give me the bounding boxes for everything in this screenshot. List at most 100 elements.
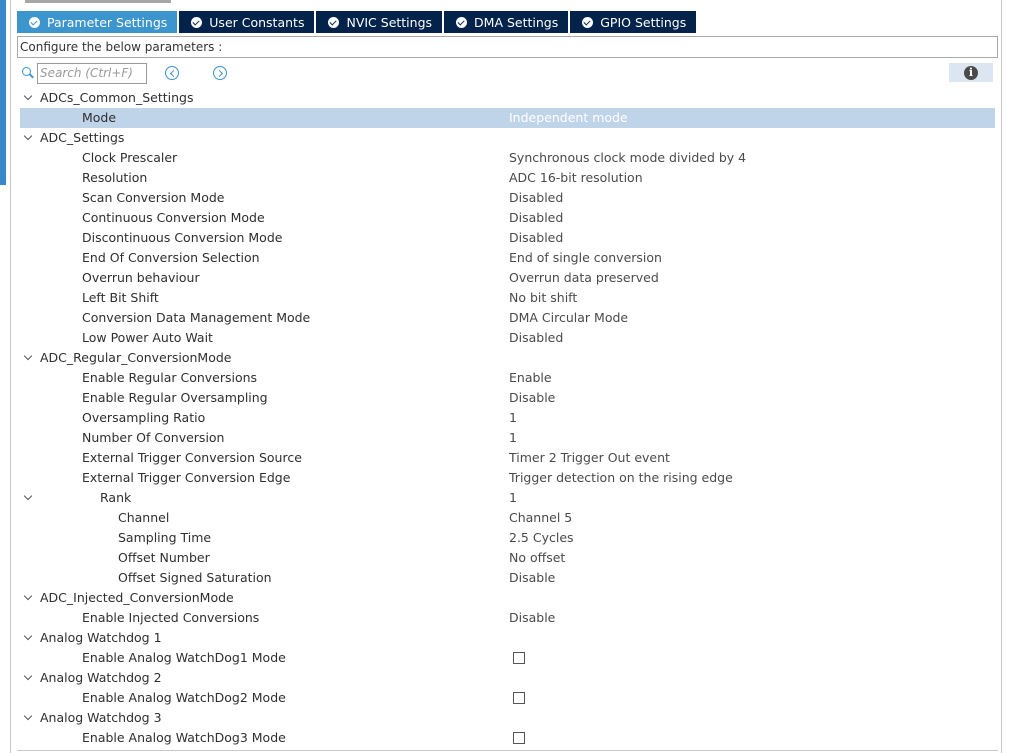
chevron-down-icon[interactable]	[23, 671, 33, 681]
param-value[interactable]: Disabled	[509, 328, 563, 348]
param-row[interactable]: Enable Regular Conversions Enable	[20, 368, 995, 388]
group-analog-watchdog-1[interactable]: Analog Watchdog 1	[20, 628, 995, 648]
param-label: External Trigger Conversion Source	[82, 450, 302, 465]
top-accent-bar	[25, 0, 171, 3]
tab-user-constants[interactable]: User Constants	[179, 11, 315, 33]
param-value[interactable]: Enable	[509, 368, 552, 388]
group-adc-regular-conversionmode[interactable]: ADC_Regular_ConversionMode	[20, 348, 995, 368]
param-row[interactable]: Number Of Conversion 1	[20, 428, 995, 448]
param-row[interactable]: Scan Conversion Mode Disabled	[20, 188, 995, 208]
param-row[interactable]: External Trigger Conversion Source Timer …	[20, 448, 995, 468]
group-adc-settings[interactable]: ADC_Settings	[20, 128, 995, 148]
search-input[interactable]	[37, 62, 147, 84]
group-rank[interactable]: Rank 1	[20, 488, 995, 508]
param-value[interactable]: Synchronous clock mode divided by 4	[509, 148, 746, 168]
param-value[interactable]: Disable	[509, 608, 555, 628]
parameter-tree: ADCs_Common_Settings Mode Independent mo…	[20, 88, 995, 748]
chevron-down-icon[interactable]	[23, 631, 33, 641]
tab-label: GPIO Settings	[600, 14, 687, 30]
param-value[interactable]: 1	[509, 408, 517, 428]
param-value[interactable]: Timer 2 Trigger Out event	[509, 448, 670, 468]
chevron-down-icon[interactable]	[23, 591, 33, 601]
param-label: Number Of Conversion	[82, 430, 225, 445]
check-circle-icon	[456, 16, 468, 28]
chevron-down-icon[interactable]	[23, 491, 33, 501]
param-value[interactable]: Disabled	[509, 208, 563, 228]
param-value[interactable]: Disabled	[509, 228, 563, 248]
param-row[interactable]: Discontinuous Conversion Mode Disabled	[20, 228, 995, 248]
param-label: Enable Analog WatchDog2 Mode	[82, 690, 286, 705]
param-label: Enable Analog WatchDog3 Mode	[82, 730, 286, 745]
param-row[interactable]: Left Bit Shift No bit shift	[20, 288, 995, 308]
param-value[interactable]: 1	[509, 428, 517, 448]
chevron-down-icon[interactable]	[23, 351, 33, 361]
param-row[interactable]: Oversampling Ratio 1	[20, 408, 995, 428]
param-label: Scan Conversion Mode	[82, 190, 225, 205]
param-row[interactable]: Channel Channel 5	[20, 508, 995, 528]
param-label: Oversampling Ratio	[82, 410, 206, 425]
chevron-right-circle-icon[interactable]	[213, 66, 227, 80]
param-row[interactable]: Sampling Time 2.5 Cycles	[20, 528, 995, 548]
tab-parameter-settings[interactable]: Parameter Settings	[17, 11, 178, 33]
chevron-down-icon[interactable]	[23, 711, 33, 721]
group-analog-watchdog-3[interactable]: Analog Watchdog 3	[20, 708, 995, 728]
group-analog-watchdog-2[interactable]: Analog Watchdog 2	[20, 668, 995, 688]
group-title: Analog Watchdog 2	[40, 670, 162, 685]
param-row[interactable]: Offset Number No offset	[20, 548, 995, 568]
param-label: Channel	[118, 510, 170, 525]
param-row[interactable]: Overrun behaviour Overrun data preserved	[20, 268, 995, 288]
param-row[interactable]: Low Power Auto Wait Disabled	[20, 328, 995, 348]
param-value[interactable]: End of single conversion	[509, 248, 662, 268]
watchdog1-checkbox[interactable]	[513, 652, 525, 664]
param-value[interactable]: Channel 5	[509, 508, 572, 528]
param-value[interactable]: Disable	[509, 568, 555, 588]
param-value[interactable]: 2.5 Cycles	[509, 528, 574, 548]
param-row[interactable]: Offset Signed Saturation Disable	[20, 568, 995, 588]
chevron-left-circle-icon[interactable]	[165, 66, 179, 80]
param-value[interactable]: No bit shift	[509, 288, 577, 308]
param-value[interactable]: Disable	[509, 388, 555, 408]
param-value[interactable]: Trigger detection on the rising edge	[509, 468, 733, 488]
group-adc-injected-conversionmode[interactable]: ADC_Injected_ConversionMode	[20, 588, 995, 608]
param-row[interactable]: External Trigger Conversion Edge Trigger …	[20, 468, 995, 488]
param-value[interactable]: DMA Circular Mode	[509, 308, 628, 328]
chevron-down-icon[interactable]	[23, 131, 33, 141]
group-title: ADCs_Common_Settings	[40, 90, 194, 105]
param-row[interactable]: Continuous Conversion Mode Disabled	[20, 208, 995, 228]
search-icon	[22, 67, 34, 79]
param-value[interactable]: No offset	[509, 548, 565, 568]
param-row[interactable]: Enable Analog WatchDog1 Mode	[20, 648, 995, 668]
param-label: Offset Signed Saturation	[118, 570, 272, 585]
param-row[interactable]: Resolution ADC 16-bit resolution	[20, 168, 995, 188]
param-value[interactable]: Overrun data preserved	[509, 268, 659, 288]
param-value[interactable]: ADC 16-bit resolution	[509, 168, 643, 188]
param-label: Clock Prescaler	[82, 150, 178, 165]
param-label: External Trigger Conversion Edge	[82, 470, 291, 485]
watchdog3-checkbox[interactable]	[513, 732, 525, 744]
param-label: Enable Regular Conversions	[82, 370, 258, 385]
tab-nvic-settings[interactable]: NVIC Settings	[316, 11, 443, 33]
tab-gpio-settings[interactable]: GPIO Settings	[570, 11, 697, 33]
param-label: Resolution	[82, 170, 148, 185]
param-row[interactable]: End Of Conversion Selection End of single…	[20, 248, 995, 268]
group-title: Rank	[100, 490, 132, 505]
info-button[interactable]: i	[949, 63, 993, 82]
param-value[interactable]: Independent mode	[509, 108, 628, 128]
param-value[interactable]: 1	[509, 488, 517, 508]
chevron-down-icon[interactable]	[23, 91, 33, 101]
param-row[interactable]: Conversion Data Management Mode DMA Circu…	[20, 308, 995, 328]
param-row[interactable]: Enable Regular Oversampling Disable	[20, 388, 995, 408]
param-label: End Of Conversion Selection	[82, 250, 260, 265]
param-row[interactable]: Enable Analog WatchDog3 Mode	[20, 728, 995, 748]
param-label: Enable Analog WatchDog1 Mode	[82, 650, 286, 665]
check-circle-icon	[582, 16, 594, 28]
param-row[interactable]: Clock Prescaler Synchronous clock mode di…	[20, 148, 995, 168]
watchdog2-checkbox[interactable]	[513, 692, 525, 704]
check-circle-icon	[29, 16, 40, 28]
group-adcs-common-settings[interactable]: ADCs_Common_Settings	[20, 88, 995, 108]
param-row-mode[interactable]: Mode Independent mode	[20, 108, 995, 128]
tab-dma-settings[interactable]: DMA Settings	[444, 11, 569, 33]
param-row[interactable]: Enable Analog WatchDog2 Mode	[20, 688, 995, 708]
param-row[interactable]: Enable Injected Conversions Disable	[20, 608, 995, 628]
param-value[interactable]: Disabled	[509, 188, 563, 208]
